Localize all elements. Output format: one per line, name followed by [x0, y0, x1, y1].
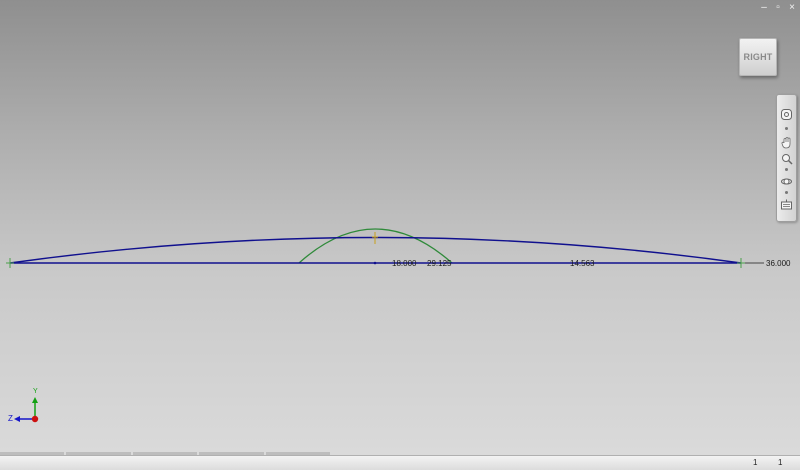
- graphics-viewport[interactable]: – ▫ × RIGHT 18.000 29.125 14.563 36.000 …: [0, 0, 800, 455]
- dimension-d1[interactable]: 18.000: [392, 259, 416, 268]
- triad-z-label: Z: [8, 414, 13, 423]
- status-value-1: 1: [753, 458, 758, 467]
- sketch-geometry[interactable]: [0, 0, 800, 455]
- status-value-2: 1: [778, 458, 783, 467]
- right-endpoint-marker: [737, 258, 745, 268]
- coordinate-triad: Y Z: [6, 388, 46, 428]
- left-endpoint-marker: [6, 258, 14, 268]
- center-point: [373, 261, 377, 265]
- dimension-d4[interactable]: 36.000: [766, 259, 790, 268]
- dimension-d3[interactable]: 14.563: [570, 259, 594, 268]
- triad-y-label: Y: [33, 388, 38, 395]
- status-bar: 1 1: [0, 455, 800, 470]
- dimension-d2[interactable]: 29.125: [427, 259, 451, 268]
